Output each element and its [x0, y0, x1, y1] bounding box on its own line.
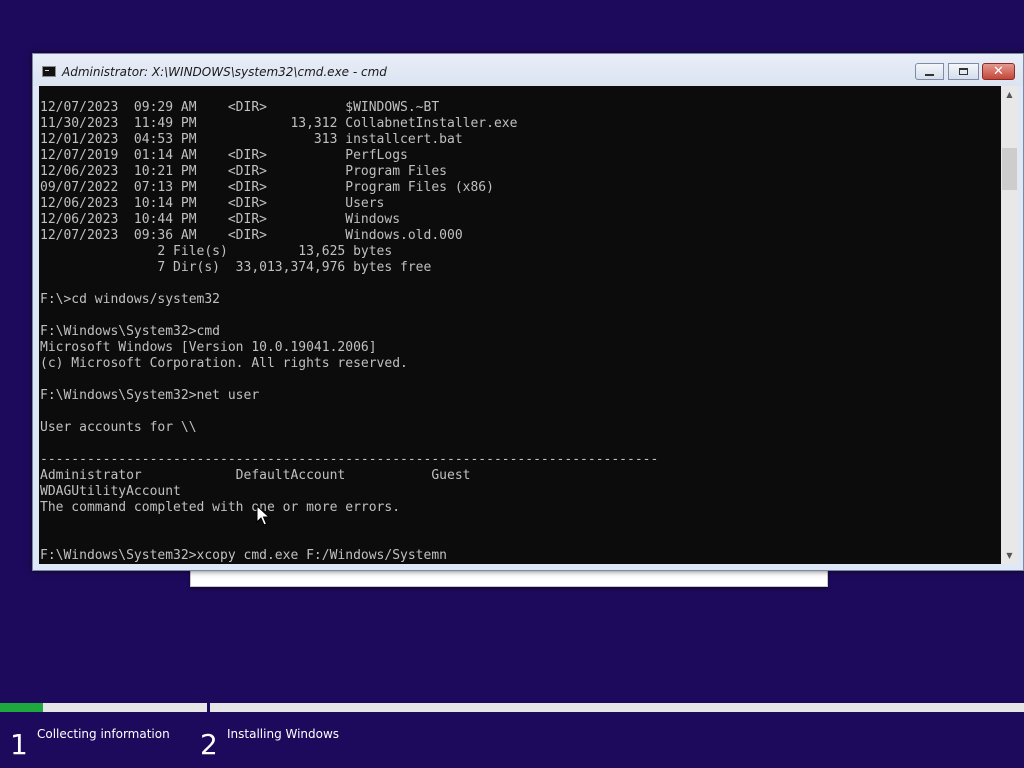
progress-segment-installing — [210, 703, 1024, 712]
vertical-scrollbar[interactable]: ▲ ▼ — [1001, 86, 1018, 564]
cmd-window[interactable]: Administrator: X:\WINDOWS\system32\cmd.e… — [32, 53, 1024, 571]
progress-segment-collecting — [0, 703, 207, 712]
close-icon: ✕ — [993, 64, 1004, 79]
step-installing-windows: 2 Installing Windows — [200, 724, 400, 768]
progress-fill — [0, 703, 43, 712]
step-number: 1 — [10, 728, 28, 761]
maximize-button[interactable] — [948, 63, 979, 80]
scrollbar-thumb[interactable] — [1002, 148, 1017, 190]
close-button[interactable]: ✕ — [982, 63, 1015, 80]
console-output-area[interactable]: 12/07/2023 09:29 AM <DIR> $WINDOWS.~BT 1… — [39, 86, 1001, 564]
step-number: 2 — [200, 728, 218, 761]
title-bar[interactable]: Administrator: X:\WINDOWS\system32\cmd.e… — [33, 54, 1023, 86]
step-collecting-information: 1 Collecting information — [10, 724, 190, 768]
minimize-icon — [925, 73, 934, 76]
console-text[interactable]: 12/07/2023 09:29 AM <DIR> $WINDOWS.~BT 1… — [40, 100, 658, 564]
minimize-button[interactable] — [915, 63, 944, 80]
cmd-icon — [42, 66, 56, 77]
step-label: Installing Windows — [227, 727, 340, 741]
setup-progress-bar — [0, 703, 1024, 712]
maximize-icon — [959, 68, 968, 75]
mouse-pointer-icon — [256, 505, 270, 526]
scroll-up-arrow-icon[interactable]: ▲ — [1001, 86, 1018, 103]
step-label: Collecting information — [37, 727, 170, 741]
scroll-down-arrow-icon[interactable]: ▼ — [1001, 547, 1018, 564]
window-title: Administrator: X:\WINDOWS\system32\cmd.e… — [62, 65, 387, 79]
